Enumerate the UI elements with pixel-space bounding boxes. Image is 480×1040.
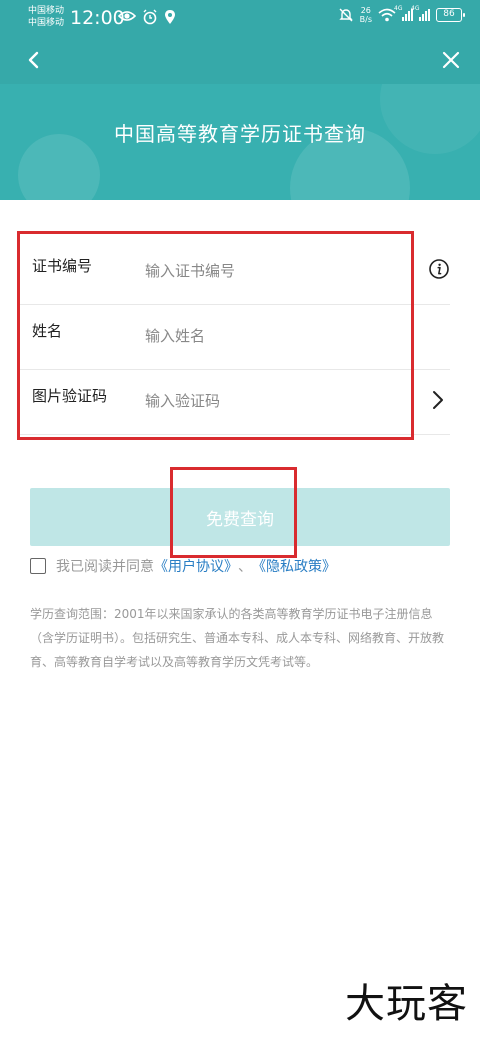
battery-level: 86 xyxy=(443,9,455,19)
back-arrow-icon[interactable] xyxy=(22,48,46,72)
privacy-policy-link[interactable]: 《隐私政策》 xyxy=(252,556,336,576)
mute-icon xyxy=(338,8,353,22)
carrier-2: 中国移动 xyxy=(28,18,65,28)
net-speed: 26 B/s xyxy=(360,6,372,24)
status-icons-left xyxy=(118,9,176,25)
signal-icon-2: 4G xyxy=(411,5,430,21)
agree-checkbox[interactable] xyxy=(30,558,46,574)
status-time: 12:00 xyxy=(70,7,125,29)
info-icon[interactable] xyxy=(428,258,450,280)
signal-tech-2: 4G xyxy=(411,5,420,12)
battery-icon: 86 xyxy=(436,8,465,22)
query-scope-note: 学历查询范围：2001年以来国家承认的各类高等教育学历证书电子注册信息（含学历证… xyxy=(30,607,445,669)
highlight-box-form xyxy=(17,231,414,440)
page-title: 中国高等教育学历证书查询 xyxy=(114,122,366,146)
status-icons-right: 26 B/s 4G 4G 86 xyxy=(338,5,465,24)
nav-bar xyxy=(0,36,480,84)
location-icon xyxy=(165,10,175,24)
alarm-icon xyxy=(143,9,157,25)
carrier-info: 中国移动 中国移动 xyxy=(28,5,64,29)
user-agreement-link[interactable]: 《用户协议》 xyxy=(154,556,238,576)
chevron-right-icon[interactable] xyxy=(430,390,446,410)
eye-icon xyxy=(118,11,136,21)
agreement-row: 我已阅读并同意 《用户协议》 、 《隐私政策》 xyxy=(30,556,336,576)
net-speed-value: 26 xyxy=(360,6,371,15)
agreement-separator: 、 xyxy=(238,559,252,575)
carrier-1: 中国移动 xyxy=(28,6,65,16)
watermark: 大玩客 xyxy=(345,981,468,1027)
net-speed-unit: B/s xyxy=(359,15,372,24)
close-icon[interactable] xyxy=(438,47,464,73)
status-bar: 中国移动 中国移动 12:00 26 B/s 4G 4G 86 xyxy=(0,0,480,36)
highlight-box-button xyxy=(170,467,297,558)
signal-tech: 4G xyxy=(394,5,403,12)
page-header: 中国高等教育学历证书查询 xyxy=(0,84,480,200)
agreement-prefix: 我已阅读并同意 xyxy=(56,559,154,575)
